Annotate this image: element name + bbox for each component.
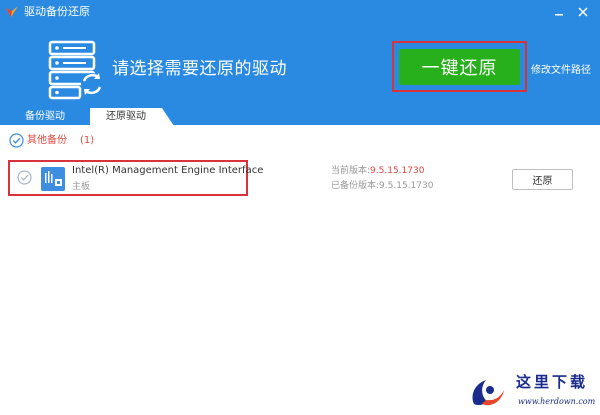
watermark-url: www.herdown.com — [518, 397, 596, 406]
driver-name: Intel(R) Management Engine Interface — [72, 165, 264, 176]
tab-restore-drivers[interactable]: 还原驱动 — [90, 108, 174, 126]
restore-prompt: 请选择需要还原的驱动 — [112, 59, 287, 79]
group-label: 其他备份 — [27, 135, 67, 146]
header-banner: 驱动备份还原 请选择需要还原的驱动 一键还原 修改文件路径 备份驱动 还原驱动 — [0, 0, 600, 126]
minimize-icon[interactable] — [551, 4, 567, 20]
watermark-title: 这里下载 — [516, 373, 589, 391]
backup-version-value: 9.5.15.1730 — [379, 181, 434, 191]
backup-version-label: 已备份版本: — [331, 181, 380, 191]
current-version: 当前版本:9.5.15.1730 — [331, 165, 424, 177]
current-version-value: 9.5.15.1730 — [370, 166, 425, 176]
group-checkbox-icon[interactable] — [9, 133, 24, 148]
edit-path-link[interactable]: 修改文件路径 — [531, 61, 591, 76]
driver-list-item: Intel(R) Management Engine Interface 主板 … — [0, 152, 600, 204]
window-title: 驱动备份还原 — [24, 5, 90, 18]
backup-group-header: 其他备份 (1) — [0, 130, 600, 152]
title-bar: 驱动备份还原 — [0, 0, 600, 24]
app-logo-icon — [6, 6, 18, 17]
item-checkbox-icon[interactable] — [17, 170, 32, 185]
current-version-label: 当前版本: — [331, 166, 371, 176]
device-chip-icon — [41, 167, 65, 191]
backup-version: 已备份版本:9.5.15.1730 — [331, 180, 433, 192]
restore-all-button[interactable]: 一键还原 — [399, 49, 520, 85]
close-icon[interactable] — [575, 4, 591, 20]
server-restore-icon — [48, 40, 103, 100]
watermark: 这里下载 www.herdown.com — [468, 372, 596, 412]
driver-type: 主板 — [72, 182, 91, 192]
watermark-logo-icon — [472, 380, 504, 406]
tab-backup-drivers[interactable]: 备份驱动 — [0, 108, 90, 126]
restore-button[interactable]: 还原 — [512, 169, 573, 190]
tab-bar: 备份驱动 还原驱动 — [0, 108, 600, 126]
group-count: (1) — [80, 135, 95, 146]
